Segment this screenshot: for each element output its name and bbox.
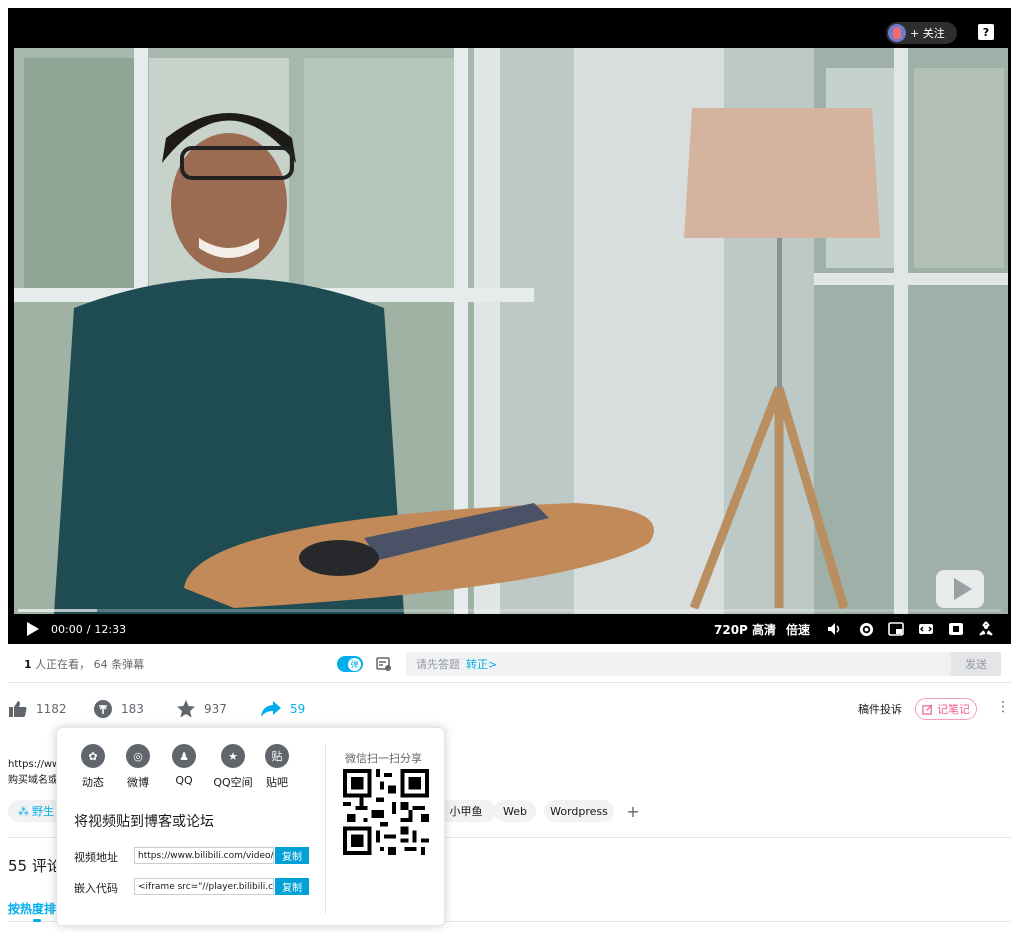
tag-first-label: 野生: [32, 805, 54, 818]
help-icon[interactable]: ?: [978, 24, 994, 40]
report-link[interactable]: 稿件投诉: [858, 693, 902, 725]
weibo-icon: ◎: [126, 744, 150, 768]
share-qq-label: QQ: [175, 774, 193, 787]
player-top-bar: + 关注 ?: [8, 8, 1011, 48]
fullscreen-icon: [979, 621, 993, 636]
coin-button[interactable]: 183: [93, 693, 144, 725]
play-button[interactable]: [24, 614, 42, 644]
tag-item[interactable]: Wordpress: [544, 800, 614, 822]
share-dynamic-button[interactable]: ✿ 动态: [73, 744, 113, 790]
video-url-field[interactable]: https://www.bilibili.com/video/B: [134, 847, 274, 864]
progress-buffered: [18, 609, 97, 612]
player-controls: 00:00 / 12:33 720P 高清 倍速: [8, 614, 1011, 644]
speed-button[interactable]: 倍速: [786, 614, 810, 644]
viewers-text: 人正在看，: [31, 657, 91, 671]
coin-count: 183: [121, 702, 144, 716]
take-note-button[interactable]: 记笔记: [915, 698, 977, 720]
more-options-icon[interactable]: ⋮: [996, 699, 1010, 715]
time-separator: /: [86, 622, 91, 636]
play-icon: [27, 622, 39, 636]
pip-button[interactable]: [887, 614, 905, 644]
embed-code-field[interactable]: <iframe src="//player.bilibili.co: [134, 878, 274, 895]
like-count: 1182: [36, 702, 67, 716]
like-button[interactable]: 1182: [8, 693, 67, 725]
volume-button[interactable]: [826, 614, 844, 644]
widescreen-icon: [919, 624, 933, 634]
star-icon: [177, 700, 195, 718]
danmaku-toggle[interactable]: 弹: [337, 656, 363, 672]
video-scene: [14, 48, 1008, 614]
share-popup: ✿ 动态 ◎ 微博 ♟ QQ ★ QQ空间 贴 贴吧 将视频贴到博客或论坛 视频…: [56, 727, 445, 926]
add-tag-button[interactable]: +: [622, 800, 644, 822]
video-player[interactable]: + 关注 ? 00:00 / 12:33 720P 高清 倍速: [8, 8, 1011, 644]
favorite-count: 937: [204, 702, 227, 716]
embed-code-label: 嵌入代码: [74, 882, 118, 895]
wechat-qr-code: [343, 769, 429, 855]
share-dynamic-label: 动态: [82, 776, 104, 789]
share-weibo-label: 微博: [127, 776, 149, 789]
time-current: 00:00: [51, 622, 83, 636]
viewer-info: 1 人正在看， 64 条弹幕: [24, 656, 144, 672]
share-tieba-label: 贴吧: [266, 776, 288, 789]
copy-url-button[interactable]: 复制: [275, 847, 309, 864]
wechat-share-title: 微信扫一扫分享: [345, 752, 422, 765]
tag-item[interactable]: Web: [494, 800, 536, 822]
time-total: 12:33: [94, 622, 127, 636]
tieba-icon: 贴: [265, 744, 289, 768]
danmaku-input-placeholder: 请先答题: [416, 658, 460, 671]
dynamic-icon: ✿: [81, 744, 105, 768]
danmaku-input[interactable]: 请先答题 转正>: [406, 652, 951, 676]
video-toolbar: 1182 183 937 59 稿件投诉 记笔记 ⋮: [8, 693, 1016, 725]
share-tieba-button[interactable]: 贴 贴吧: [257, 744, 297, 790]
danmaku-settings-icon[interactable]: [376, 656, 392, 672]
video-frame[interactable]: [14, 48, 1008, 614]
gear-icon: [859, 622, 873, 636]
send-danmaku-button[interactable]: 发送: [951, 652, 1001, 676]
note-label: 记笔记: [937, 703, 970, 716]
note-icon: [922, 703, 933, 715]
follow-button[interactable]: + 关注: [886, 22, 957, 44]
fullscreen-button[interactable]: [977, 614, 995, 644]
viewers-count: 1: [24, 657, 32, 671]
share-qzone-button[interactable]: ★ QQ空间: [209, 744, 257, 790]
tag-item[interactable]: 小甲鱼: [436, 800, 496, 822]
volume-icon: [828, 623, 840, 635]
time-display: 00:00 / 12:33: [51, 614, 126, 644]
web-fullscreen-button[interactable]: [947, 614, 965, 644]
share-count: 59: [290, 702, 306, 716]
comments-title: 55 评论: [8, 857, 62, 875]
qzone-icon: ★: [221, 744, 245, 768]
channel-icon: ⁂: [18, 804, 29, 818]
picture-in-picture-icon: [888, 622, 904, 636]
share-arrow-icon: [261, 701, 281, 717]
sort-by-hot-tab[interactable]: 按热度排: [8, 900, 56, 917]
video-url-label: 视频地址: [74, 851, 118, 864]
share-weibo-button[interactable]: ◎ 微博: [118, 744, 158, 790]
share-qq-button[interactable]: ♟ QQ: [164, 744, 204, 787]
quality-button[interactable]: 720P 高清: [714, 614, 776, 644]
danmaku-toggle-label: 弹: [348, 657, 361, 671]
uploader-avatar: [888, 24, 906, 42]
qq-icon: ♟: [172, 744, 196, 768]
widescreen-button[interactable]: [917, 614, 935, 644]
copy-embed-button[interactable]: 复制: [275, 878, 309, 895]
settings-button[interactable]: [857, 614, 875, 644]
share-qzone-label: QQ空间: [213, 776, 253, 789]
coin-icon: [94, 700, 112, 718]
become-member-link[interactable]: 转正>: [466, 656, 497, 672]
sort-active-indicator: [33, 919, 41, 922]
share-button[interactable]: 59: [260, 693, 305, 725]
share-separator: [325, 744, 326, 914]
follow-label: + 关注: [910, 27, 945, 40]
progress-bar[interactable]: [18, 609, 1001, 612]
web-fullscreen-icon: [949, 623, 963, 635]
danmaku-bar: 1 人正在看， 64 条弹幕 弹 请先答题 转正> 发送: [8, 645, 1011, 683]
danmaku-count: 64 条弹幕: [90, 657, 145, 671]
favorite-button[interactable]: 937: [176, 693, 227, 725]
thumb-up-icon: [9, 701, 27, 717]
embed-title: 将视频贴到博客或论坛: [74, 814, 214, 830]
